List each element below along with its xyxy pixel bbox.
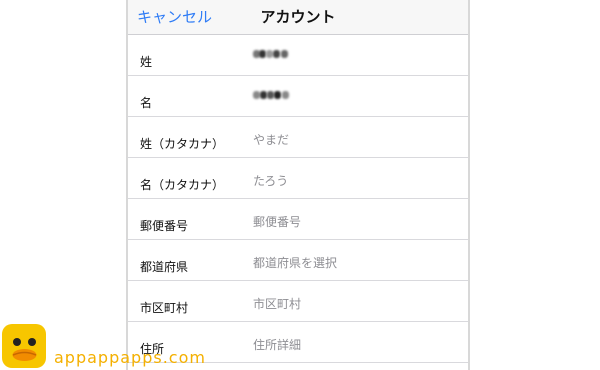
form-list: 姓 名 姓（カタカナ） やまだ 名（カタカナ） たろう 郵便番号 郵便番号 都道… [128,35,468,363]
form-row-last-name[interactable]: 姓 [128,35,468,76]
redacted-last-name-value [253,48,293,60]
duck-logo-icon [2,324,46,368]
last-name-kana-input[interactable]: やまだ [253,131,289,148]
city-input[interactable]: 市区町村 [253,295,301,312]
field-label: 名（カタカナ） [140,178,225,192]
prefecture-select[interactable]: 都道府県を選択 [253,254,337,271]
form-row-postal-code[interactable]: 郵便番号 郵便番号 [128,199,468,240]
address-detail-input[interactable]: 住所詳細 [253,336,301,353]
form-row-prefecture[interactable]: 都道府県 都道府県を選択 [128,240,468,281]
navigation-bar: キャンセル アカウント [128,0,468,35]
device-edge-right [468,0,470,370]
field-label: 都道府県 [140,260,189,274]
field-label: 姓（カタカナ） [140,137,225,151]
form-row-first-name-kana[interactable]: 名（カタカナ） たろう [128,158,468,199]
field-label: 郵便番号 [140,219,189,233]
form-row-first-name[interactable]: 名 [128,76,468,117]
account-form-screen: キャンセル アカウント 姓 名 姓（カタカナ） やまだ 名（カタカナ） たろう … [128,0,468,370]
watermark-text: appappapps.com [54,348,206,367]
form-row-last-name-kana[interactable]: 姓（カタカナ） やまだ [128,117,468,158]
page-title: アカウント [260,8,336,26]
field-label: 名 [140,96,153,110]
postal-code-input[interactable]: 郵便番号 [253,213,301,230]
field-label: 姓 [140,55,153,69]
field-label: 市区町村 [140,301,189,315]
first-name-kana-input[interactable]: たろう [253,172,288,189]
redacted-first-name-value [253,89,293,101]
form-row-city[interactable]: 市区町村 市区町村 [128,281,468,322]
